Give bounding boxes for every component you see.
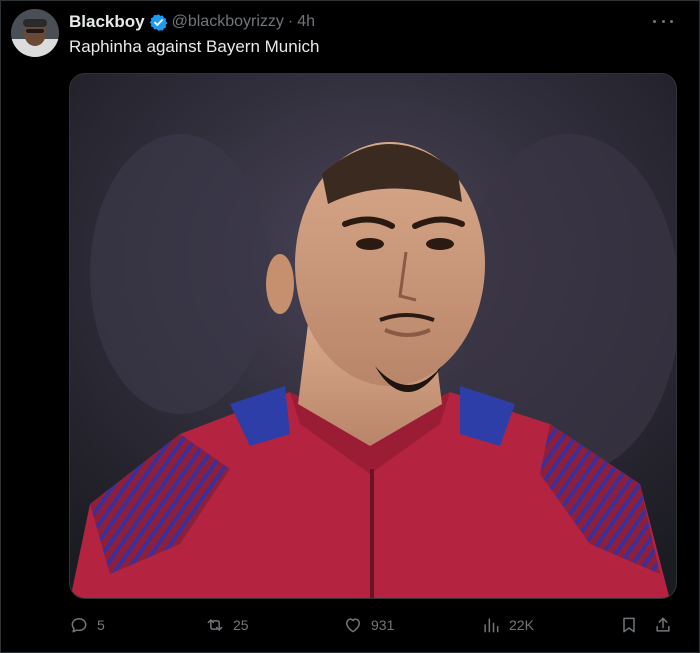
- tweet-header: Blackboy @blackboyrizzy · 4h: [69, 11, 315, 33]
- views-button[interactable]: 22K: [481, 613, 534, 637]
- like-button[interactable]: 931: [343, 613, 394, 637]
- heart-icon: [346, 618, 360, 633]
- separator-dot: ·: [287, 13, 294, 30]
- avatar[interactable]: [11, 9, 59, 57]
- reply-icon: [71, 618, 87, 633]
- like-count: 931: [371, 617, 395, 633]
- views-count: 22K: [509, 617, 534, 633]
- repost-count: 25: [233, 617, 249, 633]
- tweet-text: Raphinha against Bayern Munich: [69, 37, 320, 56]
- timestamp[interactable]: 4h: [297, 13, 315, 31]
- user-handle[interactable]: @blackboyrizzy: [172, 13, 284, 31]
- repost-button[interactable]: 25: [205, 613, 249, 637]
- display-name[interactable]: Blackboy: [69, 12, 145, 32]
- tweet-card[interactable]: Blackboy @blackboyrizzy · 4h Raphinha ag…: [0, 0, 700, 653]
- reply-count: 5: [97, 617, 105, 633]
- bookmark-button[interactable]: [619, 613, 639, 637]
- tweet-photo[interactable]: [69, 73, 677, 599]
- action-bar: 5 25 931 22K: [69, 613, 679, 637]
- verified-badge-icon: [149, 13, 168, 32]
- views-chart-icon: [484, 618, 499, 633]
- share-icon: [656, 617, 670, 632]
- bookmark-icon: [623, 617, 635, 633]
- repost-icon: [207, 619, 223, 631]
- share-button[interactable]: [653, 613, 673, 637]
- more-options-icon[interactable]: [653, 13, 673, 29]
- reply-button[interactable]: 5: [69, 613, 105, 637]
